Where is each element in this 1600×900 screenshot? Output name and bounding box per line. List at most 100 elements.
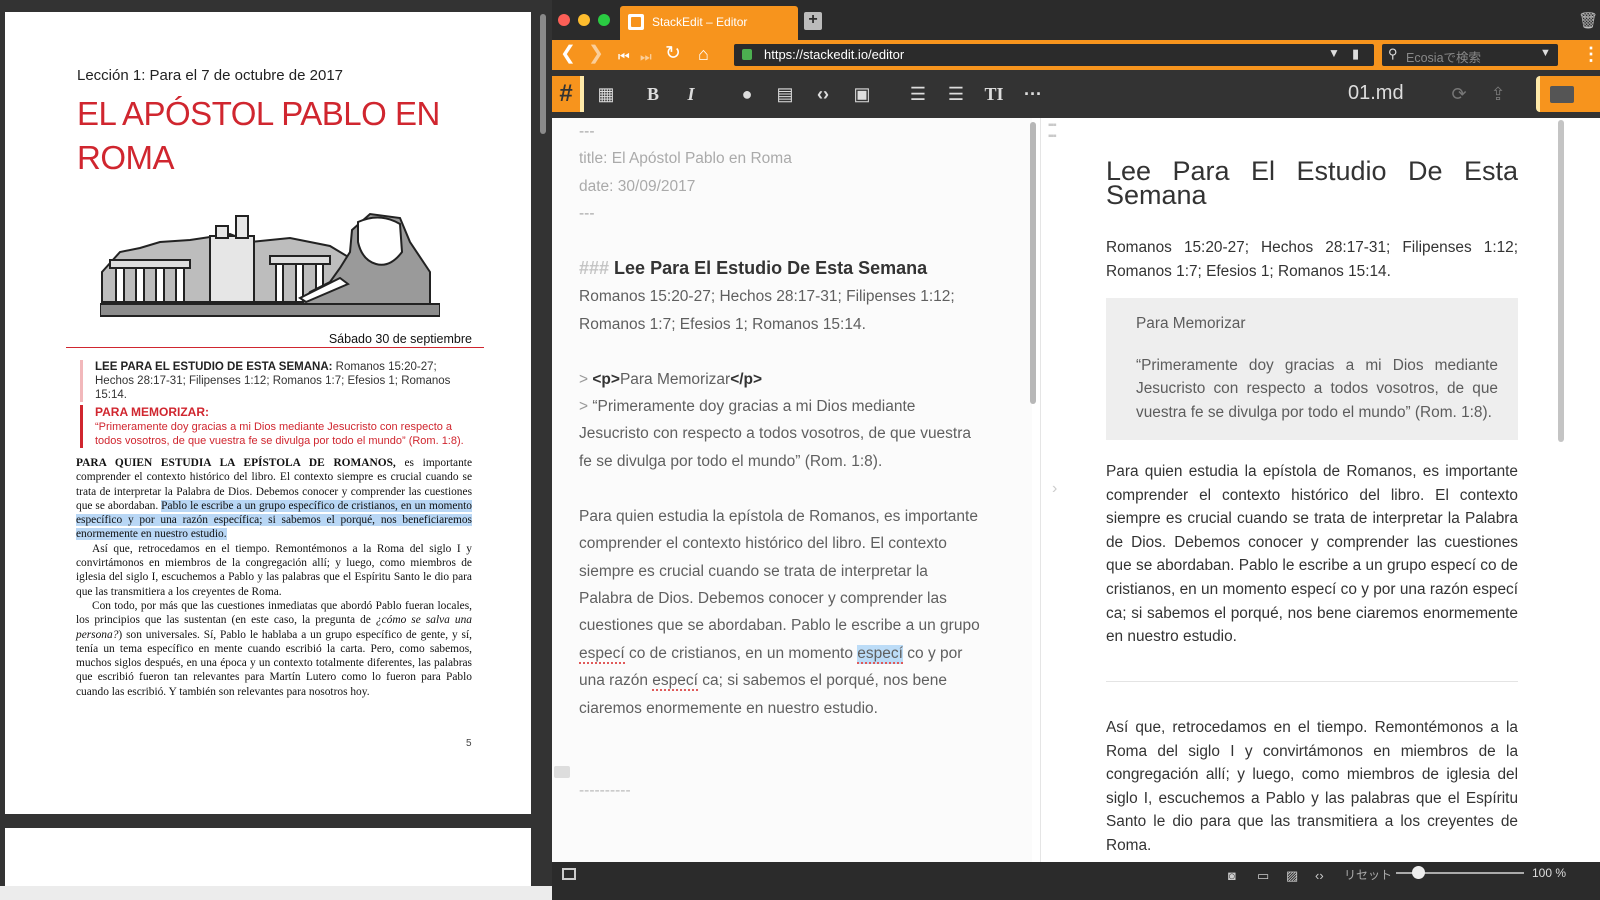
misspelled-word[interactable]: especí (652, 672, 698, 692)
publish-icon[interactable]: ⇪ (1486, 82, 1510, 106)
document-filename[interactable]: 01.md (1348, 82, 1404, 105)
browser-tab-stackedit[interactable]: StackEdit – Editor (620, 6, 798, 40)
blockquote-line-2: “Primeramente doy gracias a mi Dios medi… (592, 398, 916, 416)
italic-button[interactable]: I (679, 82, 703, 106)
history-dropdown-icon[interactable]: ▼ (1328, 46, 1340, 60)
heading-markup: ### (579, 258, 615, 279)
preview-heading: Lee Para El Estudio De Esta Semana (1106, 156, 1518, 210)
misspelled-word[interactable]: especí (579, 644, 625, 664)
preview-quote-title: Para Memorizar (1136, 315, 1246, 332)
page-actions-icon[interactable]: ‹› (1315, 868, 1324, 883)
pdf-paragraph-2: Así que, retrocedamos en el tiempo. Remo… (76, 542, 472, 598)
ordered-list-icon[interactable]: ☰ (906, 82, 930, 106)
editor-scrollbar[interactable] (1030, 122, 1036, 404)
home-icon[interactable]: ⌂ (698, 43, 709, 65)
pdf-viewer: Lección 1: Para el 7 de octubre de 2017 … (0, 0, 552, 900)
pdf-body-text: PARA QUIEN ESTUDIA LA EPÍSTOLA DE ROMANO… (76, 456, 472, 699)
menu-kebab-icon[interactable]: ⋮ (1582, 44, 1600, 65)
front-matter-open: --- (579, 123, 595, 140)
zoom-slider-knob[interactable] (1412, 866, 1425, 879)
paragraph-line-6-end: co y por (902, 644, 963, 662)
preview-refs: Romanos 15:20-27; Hechos 28:17-31; Filip… (1106, 239, 1518, 280)
horizontal-rule-markup: ---------- (579, 781, 631, 799)
sidebar-toggle-icon[interactable] (562, 868, 576, 880)
reading-refs-box: LEE PARA EL ESTUDIO DE ESTA SEMANA: Roma… (80, 360, 472, 402)
memory-verse-box: PARA MEMORIZAR: “Primeramente doy gracia… (80, 405, 472, 448)
pdf-paragraph-3b: ) son universales. Sí, Pablo le hablaba … (76, 628, 472, 698)
close-window-button[interactable] (558, 14, 570, 26)
heading-text: Lee Para El Estudio De Esta Semana (614, 258, 928, 279)
zoom-reset-button[interactable]: リセット (1344, 866, 1392, 883)
main-menu-button[interactable]: # (552, 76, 584, 112)
window-titlebar: StackEdit – Editor + 🗑 (552, 0, 1600, 40)
back-arrow-icon[interactable]: ❮ (560, 43, 576, 65)
memory-verse-text: “Primeramente doy gracias a mi Dios medi… (95, 421, 464, 447)
blockquote-line-3: Jesucristo con respecto a todos vosotros… (579, 425, 972, 443)
selected-word[interactable]: especí (857, 644, 903, 664)
lock-icon (742, 49, 752, 60)
camera-icon[interactable]: ◙ (1228, 868, 1236, 883)
blockquote-memo: Para Memorizar (619, 370, 731, 388)
blockquote-icon[interactable]: ▤ (773, 82, 797, 106)
bold-button[interactable]: B (641, 82, 665, 106)
chevron-right-icon[interactable]: › (1052, 480, 1057, 498)
fast-forward-icon[interactable]: ⏭ (640, 46, 652, 68)
sync-icon[interactable]: ⟳ (1447, 82, 1471, 106)
ancient-rome-illustration (100, 212, 440, 317)
address-url: https://stackedit.io/editor (764, 47, 905, 62)
minimize-window-button[interactable] (578, 14, 590, 26)
html-tag-close: </p> (730, 370, 763, 388)
address-bar[interactable]: https://stackedit.io/editor ▼ ▮ (734, 44, 1374, 66)
paragraph-line-7: una razón (579, 672, 653, 690)
grip-handle-icon[interactable]: ▪▪▪ ▪▪▪ (1048, 120, 1057, 142)
preview-blockquote: Para Memorizar “Primeramente doy gracias… (1106, 298, 1518, 440)
link-icon[interactable]: ● (735, 82, 759, 106)
search-field[interactable]: ⚲ Ecosiaで検索 ▼ (1382, 44, 1558, 66)
folder-icon[interactable] (1536, 76, 1600, 112)
bookmark-icon[interactable]: ▮ (1352, 46, 1359, 62)
pdf-scrollbar[interactable] (540, 14, 546, 134)
new-tab-plus-icon[interactable]: + (804, 12, 822, 30)
rewind-icon[interactable]: ⏮ (618, 46, 630, 68)
refs-line-2: Romanos 1:7; Efesios 1; Romanos 15:14. (579, 315, 866, 333)
more-options-button[interactable]: ··· (1021, 82, 1045, 106)
search-engine-dropdown-icon[interactable]: ▼ (1540, 47, 1551, 59)
lesson-title: EL APÓSTOL PABLO EN ROMA (77, 95, 440, 176)
markdown-editor[interactable]: --- title: El Apóstol Pablo en Roma date… (552, 118, 1032, 862)
blockquote-marker: > (579, 398, 593, 416)
reading-refs-label: LEE PARA EL ESTUDIO DE ESTA SEMANA: (95, 361, 333, 373)
trash-icon[interactable]: 🗑 (1578, 11, 1598, 31)
markdown-preview: Lee Para El Estudio De Esta Semana Roman… (1062, 118, 1600, 862)
blockquote-marker: > (579, 370, 593, 388)
pdf-next-page (5, 828, 531, 888)
lesson-line: Lección 1: Para el 7 de octubre de 2017 (77, 67, 344, 84)
preview-scrollbar[interactable] (1558, 120, 1564, 442)
image-toggle-icon[interactable]: ▨ (1286, 868, 1298, 884)
comment-icon[interactable] (554, 766, 570, 778)
stackedit-favicon-icon (628, 14, 644, 30)
navigation-bar: ❮ ❯ ⏮ ⏭ ↻ ⌂ https://stackedit.io/editor … (552, 40, 1600, 70)
pdf-page-number: 5 (466, 738, 472, 749)
memory-verse-label: PARA MEMORIZAR: (95, 405, 209, 419)
window-icon[interactable]: ▭ (1257, 868, 1269, 884)
browser-statusbar: ◙ ▭ ▨ ‹› リセット 100 % (552, 862, 1600, 900)
paragraph-line-1: Para quien estudia la epístola de Romano… (579, 507, 978, 525)
blockquote-line-4: fe se divulga por todo el mundo” (Rom. 1… (579, 452, 883, 470)
pane-divider[interactable] (1040, 118, 1041, 862)
image-icon[interactable]: ▣ (850, 82, 874, 106)
unordered-list-icon[interactable]: ☰ (944, 82, 968, 106)
zoom-level: 100 % (1532, 866, 1567, 880)
preview-paragraph-1: Para quien estudia la epístola de Romano… (1106, 463, 1518, 646)
heading-button[interactable]: TI (982, 82, 1006, 106)
front-matter-date: date: 30/09/2017 (579, 177, 696, 195)
forward-arrow-icon[interactable]: ❯ (588, 43, 604, 65)
maximize-window-button[interactable] (598, 14, 610, 26)
pdf-bottom-bar (0, 886, 552, 900)
search-placeholder: Ecosiaで検索 (1406, 51, 1482, 65)
preview-horizontal-rule (1106, 681, 1518, 682)
paragraph-line-6: co de cristianos, en un momento (624, 644, 858, 662)
code-icon[interactable]: ‹› (811, 82, 835, 106)
paragraph-line-7-end: ca; si sabemos el porqué, nos bene (697, 672, 947, 690)
grid-icon[interactable]: ▦ (594, 82, 618, 106)
reload-icon[interactable]: ↻ (665, 43, 681, 65)
